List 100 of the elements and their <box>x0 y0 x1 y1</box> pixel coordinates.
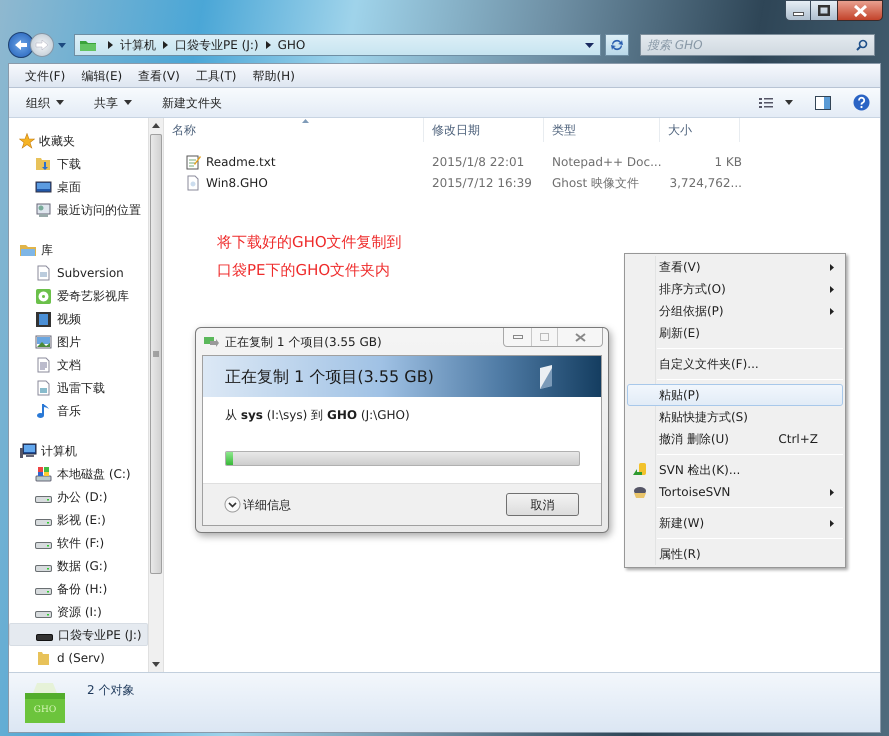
refresh-button[interactable] <box>605 34 629 56</box>
music-note-icon <box>35 402 52 418</box>
minimize-icon <box>792 12 804 16</box>
nav-item[interactable]: 资源 (I:) <box>9 600 148 623</box>
grip-icon <box>153 351 159 357</box>
minimize-button[interactable] <box>785 0 811 21</box>
menu-item[interactable]: 分组依据(P) <box>627 300 843 322</box>
menu-item[interactable]: 刷新(E) <box>627 322 843 344</box>
table-cell-text: 2015/1/8 22:01 <box>432 154 524 170</box>
desktop-icon <box>35 178 52 194</box>
breadcrumb-item[interactable]: 计算机 <box>120 36 156 54</box>
film-reel-icon <box>35 288 52 304</box>
column-header[interactable]: 大小 <box>668 121 692 139</box>
drive-icon <box>35 610 52 618</box>
cancel-button[interactable]: 取消 <box>506 493 579 516</box>
toolbar-button[interactable]: 组织 <box>17 94 73 112</box>
menu-item[interactable]: 编辑(E) <box>75 66 128 84</box>
menu-item[interactable]: 查看(V) <box>132 66 186 84</box>
menu-item[interactable]: 粘贴快捷方式(S) <box>627 406 843 428</box>
nav-item[interactable]: 办公 (D:) <box>9 485 148 508</box>
column-header[interactable]: 名称 <box>172 121 196 139</box>
search-input[interactable]: 搜索 GHO <box>647 36 856 54</box>
view-options-button[interactable] <box>759 96 793 108</box>
nav-section[interactable]: 收藏夹 <box>39 132 75 150</box>
details-toggle[interactable]: 详细信息 <box>224 496 291 514</box>
maximize-button[interactable] <box>811 0 837 21</box>
table-cell-text: 2015/7/12 16:39 <box>432 174 532 192</box>
star-icon <box>19 132 35 148</box>
drive-icon <box>35 496 52 502</box>
nav-item[interactable]: 图片 <box>9 330 148 353</box>
close-button[interactable] <box>837 0 883 21</box>
nav-item[interactable]: 下载 <box>9 152 148 175</box>
column-header[interactable]: 修改日期 <box>432 121 480 139</box>
table-cell-text: Notepad++ Doc... <box>552 154 662 170</box>
status-text: 2 个对象 <box>87 682 134 699</box>
dialog-banner: 正在复制 1 个项目(3.55 GB) <box>203 356 601 397</box>
menu-item[interactable]: 文件(F) <box>19 66 72 84</box>
scrollbar[interactable] <box>148 118 164 672</box>
annotation-text: 口袋PE下的GHO文件夹内 <box>217 260 392 281</box>
nav-section[interactable]: 库 <box>41 240 53 258</box>
menu-item[interactable]: 排序方式(O) <box>627 278 843 300</box>
breadcrumb-item[interactable]: GHO <box>278 36 306 54</box>
help-button[interactable] <box>853 94 870 111</box>
menu-item[interactable]: 属性(R) <box>627 543 843 565</box>
nav-item[interactable]: 迅雷下载 <box>9 376 148 399</box>
menu-item[interactable]: 新建(W) <box>627 512 843 534</box>
document-icon <box>35 380 52 396</box>
document-icon <box>35 356 52 372</box>
picture-icon <box>35 334 52 350</box>
preview-pane-button[interactable] <box>815 96 831 110</box>
caret-icon <box>585 42 594 48</box>
download-folder-icon <box>35 156 52 172</box>
toolbar-button[interactable]: 共享 <box>85 94 141 112</box>
nav-item[interactable]: 视频 <box>9 307 148 330</box>
menu-item[interactable]: 查看(V) <box>627 256 843 278</box>
breadcrumb-item[interactable]: 口袋专业PE (J:) <box>175 36 259 54</box>
refresh-icon <box>610 38 624 52</box>
back-button[interactable] <box>8 32 34 58</box>
search-field[interactable]: 搜索 GHO <box>640 34 875 56</box>
shortcut-text: Ctrl+Z <box>778 431 818 448</box>
column-header[interactable]: 类型 <box>552 121 576 139</box>
nav-item[interactable]: 备份 (H:) <box>9 577 148 600</box>
address-bar[interactable]: 计算机 口袋专业PE (J:) GHO <box>74 34 601 56</box>
nav-item[interactable]: 最近访问的位置 <box>9 198 148 221</box>
table-cell-text: 1 KB <box>714 154 742 170</box>
dialog-title: 正在复制 1 个项目(3.55 GB) <box>225 334 382 350</box>
menu-item[interactable]: TortoiseSVN <box>627 481 843 503</box>
file-name[interactable]: Readme.txt <box>206 152 276 170</box>
menu-item[interactable]: 撤消 删除(U) Ctrl+Z <box>627 428 843 450</box>
nav-item[interactable]: Subversion <box>9 261 148 284</box>
arrow-down-icon <box>152 662 160 667</box>
maximize-icon <box>818 5 830 16</box>
menu-item[interactable]: 自定义文件夹(F)... <box>627 353 843 375</box>
nav-item[interactable]: 桌面 <box>9 175 148 198</box>
caret-icon <box>785 100 793 105</box>
list-view-icon <box>759 96 773 108</box>
drive-icon <box>35 588 52 594</box>
file-name[interactable]: Win8.GHO <box>206 174 268 192</box>
folder-icon <box>79 38 97 52</box>
nav-item[interactable]: 口袋专业PE (J:) <box>9 623 148 646</box>
forward-button[interactable] <box>30 33 54 57</box>
nav-item[interactable]: 软件 (F:) <box>9 531 148 554</box>
nav-item[interactable]: 本地磁盘 (C:) <box>9 462 148 485</box>
nav-item[interactable]: 文档 <box>9 353 148 376</box>
nav-item[interactable]: 爱奇艺影视库 <box>9 284 148 307</box>
history-dropdown[interactable] <box>58 40 68 50</box>
menu-item[interactable]: 粘贴(P) <box>627 384 843 406</box>
nav-item[interactable]: 影视 (E:) <box>9 508 148 531</box>
computer-icon <box>19 442 37 458</box>
drive-icon <box>35 518 52 526</box>
nav-item[interactable]: d (Serv) <box>9 646 148 669</box>
nav-item[interactable]: 音乐 <box>9 399 148 422</box>
scrollbar-thumb[interactable] <box>150 134 162 574</box>
toolbar-button[interactable]: 新建文件夹 <box>153 94 231 112</box>
menu-item[interactable]: 帮助(H) <box>246 66 301 84</box>
nav-item[interactable]: 数据 (G:) <box>9 554 148 577</box>
menu-item[interactable]: SVN 检出(K)... <box>627 459 843 481</box>
menu-item[interactable]: 工具(T) <box>190 66 242 84</box>
nav-section[interactable]: 计算机 <box>41 442 77 460</box>
folder-icon <box>35 650 52 666</box>
